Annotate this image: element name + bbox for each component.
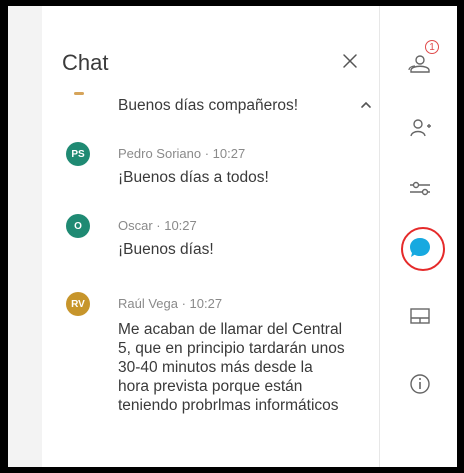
layout-button[interactable] [406, 302, 434, 330]
avatar: RV [66, 292, 90, 316]
avatar: PS [66, 142, 90, 166]
controls-button[interactable] [406, 174, 434, 202]
participants-icon [408, 55, 430, 73]
chat-panel: Chat Buenos días compañeros! PS Pedro So… [42, 6, 379, 467]
add-person-icon [410, 119, 431, 137]
right-rail: 1 [379, 6, 457, 467]
scroll-up-button[interactable] [360, 98, 372, 110]
info-button[interactable] [406, 370, 434, 398]
message-text: Me acaban de llamar del Central 5, que e… [118, 321, 345, 414]
message-text: ¡Buenos días a todos! [118, 169, 269, 186]
add-person-button[interactable] [406, 114, 434, 142]
message-text: Buenos días compañeros! [118, 97, 299, 114]
avatar-fragment [74, 92, 84, 95]
chevron-up-icon [361, 101, 371, 108]
close-button[interactable] [339, 50, 361, 72]
participants-badge: 1 [425, 40, 439, 54]
chat-title: Chat [62, 50, 109, 75]
chat-bubble-icon [410, 238, 430, 257]
close-icon [343, 54, 357, 68]
participants-button[interactable] [406, 50, 434, 78]
message-meta: Pedro Soriano · 10:27 [118, 146, 246, 161]
message-meta: Raúl Vega · 10:27 [118, 296, 223, 311]
chat-button[interactable] [406, 234, 434, 262]
left-gutter [8, 6, 43, 467]
message-text: ¡Buenos días! [118, 241, 214, 258]
layout-icon [410, 308, 430, 324]
avatar: O [66, 214, 90, 238]
message-meta: Oscar · 10:27 [118, 218, 197, 233]
info-icon [410, 374, 430, 394]
sliders-icon [410, 181, 430, 196]
